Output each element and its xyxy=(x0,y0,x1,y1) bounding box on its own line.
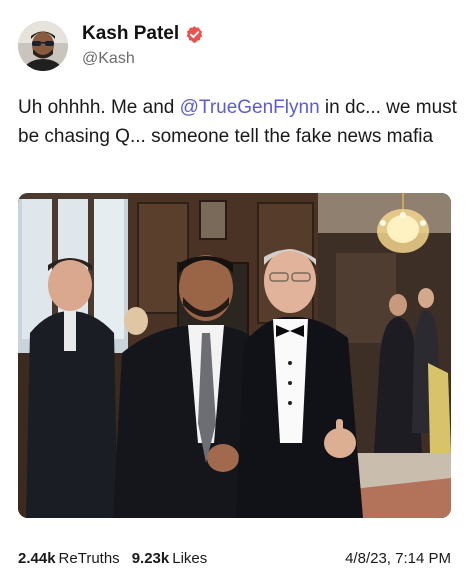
retruths-count: 2.44k xyxy=(18,549,56,567)
post-footer: 2.44k ReTruths 9.23k Likes 4/8/23, 7:14 … xyxy=(18,546,451,570)
author-display-name[interactable]: Kash Patel xyxy=(82,22,179,46)
post-card: Kash Patel @Kash Uh ohhhh. Me and @TrueG… xyxy=(0,0,469,579)
post-timestamp: 4/8/23, 7:14 PM xyxy=(345,549,451,567)
post-header: Kash Patel @Kash xyxy=(18,18,204,74)
author-name-row: Kash Patel xyxy=(82,22,204,46)
likes-stat[interactable]: 9.23k Likes xyxy=(132,550,208,567)
retruths-stat[interactable]: 2.44k ReTruths xyxy=(18,550,120,567)
post-text-before: Uh ohhhh. Me and xyxy=(18,97,180,118)
avatar[interactable] xyxy=(18,21,68,71)
post-text: Uh ohhhh. Me and @TrueGenFlynn in dc... … xyxy=(18,93,458,151)
verified-badge-icon xyxy=(185,25,204,44)
retruths-label: ReTruths xyxy=(58,549,120,567)
author-info: Kash Patel @Kash xyxy=(82,22,204,70)
likes-count: 9.23k xyxy=(131,549,170,567)
likes-label: Likes xyxy=(172,549,208,567)
author-handle[interactable]: @Kash xyxy=(82,48,204,70)
mention-link[interactable]: @TrueGenFlynn xyxy=(180,97,320,118)
post-image[interactable] xyxy=(18,193,451,518)
